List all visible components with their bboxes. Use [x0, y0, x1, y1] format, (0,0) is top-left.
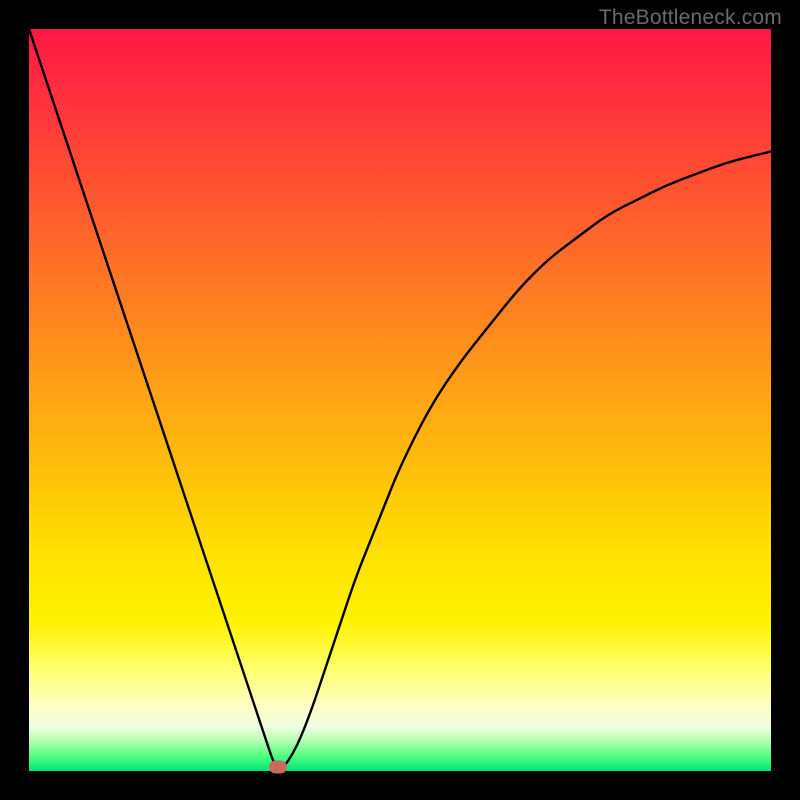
- bottleneck-curve: [29, 29, 771, 768]
- chart-frame: TheBottleneck.com: [0, 0, 800, 800]
- plot-area: [29, 29, 771, 771]
- optimal-point-marker: [269, 761, 287, 774]
- watermark-text: TheBottleneck.com: [599, 6, 782, 30]
- curve-svg: [29, 29, 771, 771]
